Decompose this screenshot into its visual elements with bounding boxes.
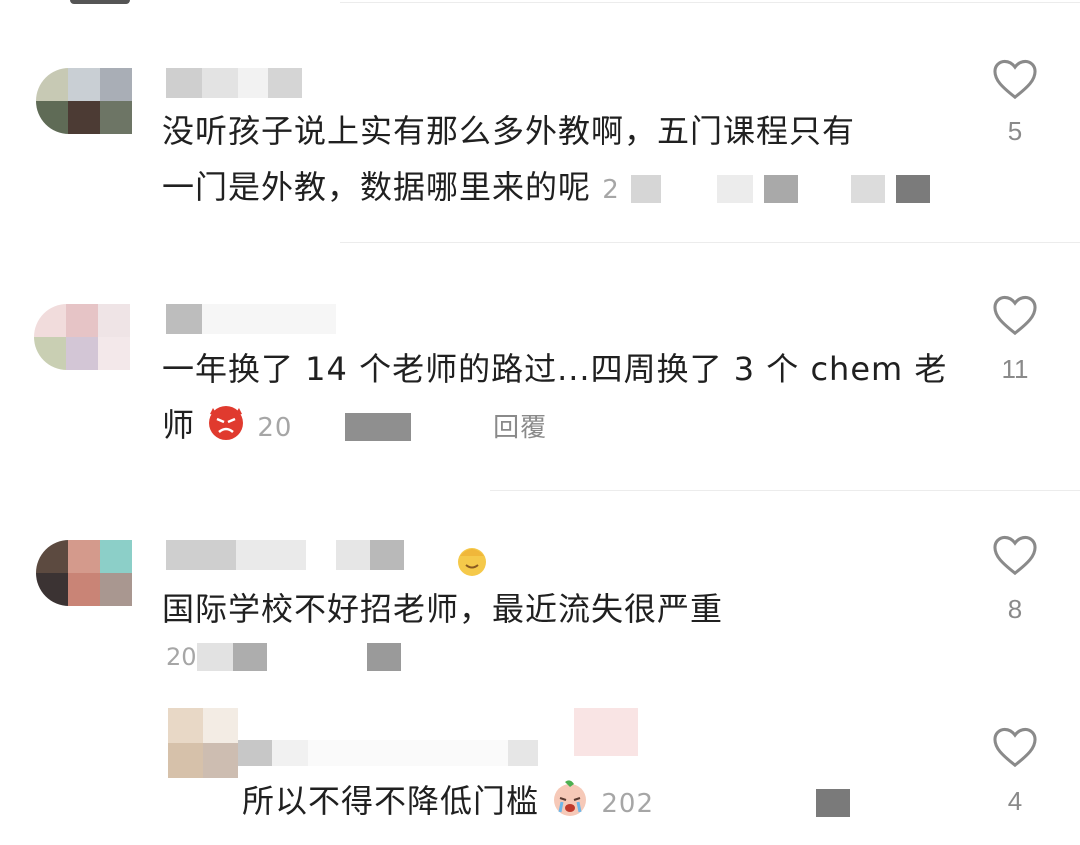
username[interactable] [166,540,436,570]
heart-outline-icon[interactable] [992,294,1038,336]
redacted-block [196,643,233,671]
divider [490,490,1080,491]
redacted-block [421,413,482,441]
comment-text-line: 没听孩子说上实有那么多外教啊，五门课程只有 [162,112,856,150]
redacted-block [895,175,930,203]
avatar[interactable] [34,304,130,370]
comment-text-line: 一门是外教，数据哪里来的呢 [162,168,592,206]
redacted-block [665,789,806,817]
comment-date: 20 [166,643,197,671]
comment-text: 所以不得不降低门槛 202 [242,774,851,831]
comment-text: 师 20 回覆 [162,398,547,455]
comment-text-line: 所以不得不降低门槛 [242,782,540,820]
avatar[interactable] [36,68,132,134]
like-count: 5 [1007,116,1023,146]
redacted-block [764,175,799,203]
username[interactable] [166,68,306,98]
username[interactable] [166,304,336,334]
redacted-block [266,643,367,671]
username[interactable] [238,740,538,766]
redacted-block [816,789,851,817]
redacted-block [630,175,661,203]
heart-outline-icon[interactable] [992,726,1038,768]
like-count: 8 [1007,594,1023,624]
redacted-block [809,175,840,203]
comment-date: 2 [602,175,620,205]
heart-outline-icon[interactable] [992,58,1038,100]
crying-face-emoji-icon [554,780,587,816]
redacted-block [672,175,707,203]
avatar[interactable] [168,708,238,778]
smiling-face-emoji-icon [458,548,486,576]
avatar[interactable] [36,540,132,606]
angry-face-emoji-icon [209,406,244,440]
comment-text-line: 国际学校不好招老师，最近流失很严重 [162,590,724,628]
comment-text-line: 一年换了 14 个老师的路过...四周换了 3 个 chem 老 [162,350,948,388]
reply-button[interactable]: 回覆 [493,413,547,443]
comment-text: 没听孩子说上实有那么多外教啊，五门课程只有 [162,104,855,158]
redacted-block [574,708,638,756]
previous-comment-fragment [70,0,130,4]
divider [340,242,1080,243]
comment-text: 一门是外教，数据哪里来的呢 2 [162,160,930,217]
comment-text: 一年换了 14 个老师的路过...四周换了 3 个 chem 老 [162,342,947,396]
comment-text: 国际学校不好招老师，最近流失很严重 [162,582,723,636]
comment-text-line: 师 [162,406,196,444]
comment-date: 202 [601,789,654,819]
divider [340,2,1080,3]
redacted-block [717,175,754,203]
redacted-block [232,643,267,671]
heart-outline-icon[interactable] [992,534,1038,576]
redacted-block [366,643,401,671]
like-count: 4 [1007,786,1023,816]
redacted-block [850,175,885,203]
redacted-block [303,413,334,441]
like-count: 11 [1001,354,1029,384]
comment-date: 20 [257,413,293,443]
redacted-block [344,413,411,441]
comment-meta-row: 20 [166,640,401,674]
